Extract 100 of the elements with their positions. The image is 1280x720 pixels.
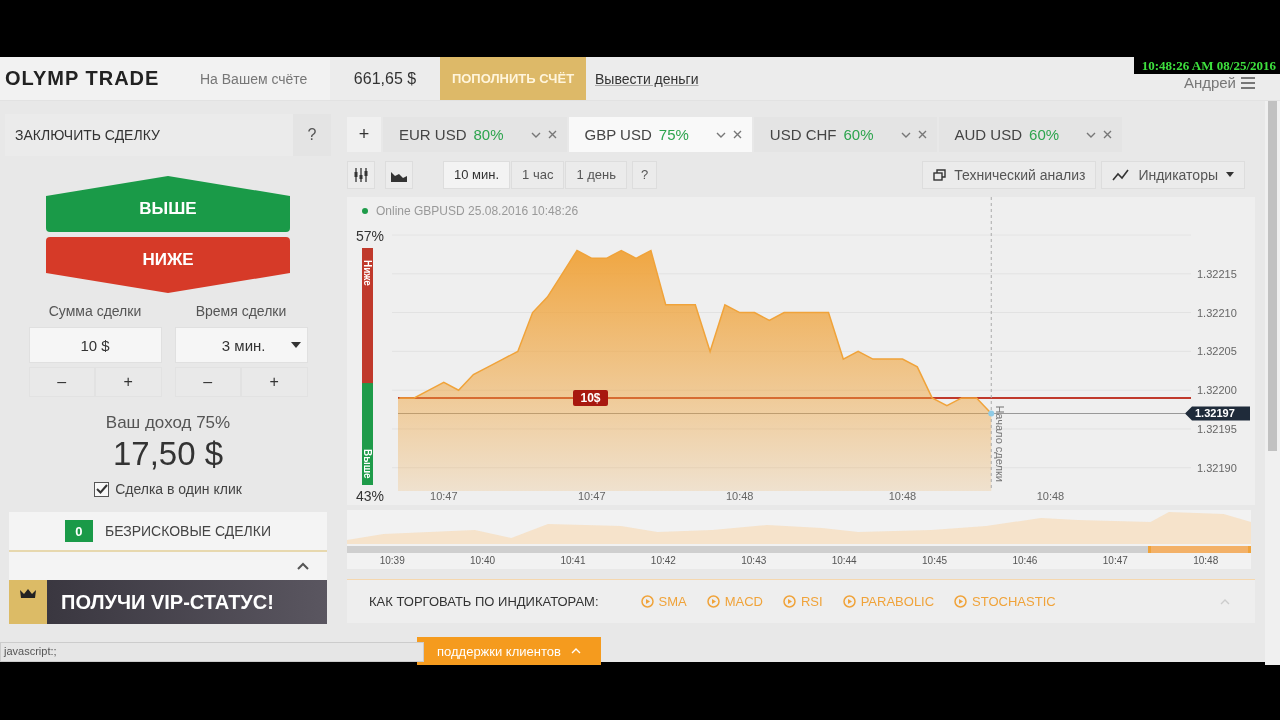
- chevron-down-icon[interactable]: [530, 131, 541, 138]
- y-axis-label: 1.32190: [1197, 461, 1237, 474]
- stepper-button[interactable]: –: [28, 367, 95, 397]
- x-axis-label: 10:47: [430, 490, 458, 502]
- asset-tab[interactable]: AUD USD 60%: [938, 117, 1123, 152]
- balance-label: На Вашем счёте: [200, 70, 308, 87]
- caret-icon: [1226, 172, 1234, 177]
- y-axis-label: 1.32210: [1197, 306, 1237, 319]
- lower-percent: 57%: [356, 228, 384, 244]
- technical-analysis-button[interactable]: Технический анализ: [922, 160, 1097, 189]
- payout-percent: 75%: [658, 126, 689, 143]
- lower-label: Ниже: [362, 260, 373, 286]
- indicators-title: КАК ТОРГОВАТЬ ПО ИНДИКАТОРАМ:: [369, 594, 599, 609]
- payout-percent: 60%: [1029, 126, 1060, 143]
- play-icon: [842, 595, 856, 608]
- line-chart-icon: [1112, 168, 1131, 181]
- time-label: 10:39: [379, 555, 405, 566]
- asset-name: AUD USD: [954, 126, 1023, 143]
- close-icon[interactable]: [547, 130, 557, 139]
- y-axis-label: 1.32195: [1197, 422, 1237, 435]
- period-button[interactable]: 1 день: [565, 160, 628, 189]
- period-button[interactable]: 1 час: [511, 160, 565, 189]
- current-point: [988, 410, 995, 417]
- time-label: Время сделки: [195, 303, 287, 319]
- chevron-up-icon: [570, 648, 581, 654]
- online-dot-icon: [362, 208, 368, 214]
- income-value: 17,50 $: [112, 435, 224, 473]
- user-name[interactable]: Андрей: [1183, 74, 1236, 91]
- chevron-down-icon[interactable]: [1086, 131, 1097, 138]
- y-axis-label: 1.32200: [1197, 384, 1237, 397]
- indicators-dropdown[interactable]: Индикаторы: [1101, 160, 1245, 189]
- time-label: 10:41: [560, 555, 586, 566]
- amount-label: Сумма сделки: [48, 303, 142, 319]
- y-axis-label: 1.32215: [1197, 267, 1237, 280]
- current-price-tag: 1.32197: [1185, 406, 1250, 421]
- time-label: 10:45: [922, 555, 948, 566]
- navigator-scrollbar[interactable]: [347, 546, 1251, 553]
- count-badge: 0: [64, 520, 93, 542]
- area-chart-button[interactable]: [385, 160, 413, 189]
- amount-field[interactable]: 10 $: [28, 327, 162, 363]
- windows-icon: [933, 168, 947, 181]
- chevron-up-icon[interactable]: [297, 562, 309, 570]
- asset-name: EUR USD: [399, 126, 467, 143]
- panel-title: ЗАКЛЮЧИТЬ СДЕЛКУ: [14, 127, 161, 143]
- withdraw-link[interactable]: Вывести деньги: [595, 70, 699, 87]
- time-dropdown[interactable]: 3 мин.: [174, 327, 308, 363]
- asset-name: GBP USD: [584, 126, 652, 143]
- asset-tab[interactable]: USD CHF 60%: [753, 117, 937, 152]
- add-tab-button[interactable]: +: [347, 117, 381, 152]
- vip-banner[interactable]: ПОЛУЧИ VIP-СТАТУС!: [47, 580, 327, 624]
- play-icon: [640, 595, 654, 608]
- logo[interactable]: OLYMP TRADE: [0, 67, 200, 90]
- chart-status: Online GBPUSD 25.08.2016 10:48:26: [376, 204, 579, 218]
- chevron-down-icon[interactable]: [715, 131, 726, 138]
- x-axis-label: 10:48: [888, 490, 917, 502]
- play-icon: [954, 595, 968, 608]
- chevron-down-icon[interactable]: [900, 131, 911, 138]
- time-label: 10:44: [831, 555, 857, 566]
- risk-free-label: БЕЗРИСКОВЫЕ СДЕЛКИ: [104, 523, 272, 539]
- checkbox-label: Сделка в один клик: [115, 481, 242, 497]
- asset-tab[interactable]: GBP USD 75%: [568, 117, 752, 152]
- help-button[interactable]: ?: [293, 114, 331, 156]
- time-label: 10:43: [741, 555, 767, 566]
- asset-name: USD CHF: [769, 126, 837, 143]
- close-icon[interactable]: [917, 130, 927, 139]
- x-axis-label: 10:48: [1036, 490, 1065, 502]
- period-button[interactable]: 10 мин.: [443, 160, 511, 189]
- checkbox[interactable]: [94, 481, 110, 497]
- risk-free-row[interactable]: 0 БЕЗРИСКОВЫЕ СДЕЛКИ: [9, 512, 327, 552]
- time-label: 10:47: [1102, 555, 1128, 566]
- time-label: 10:42: [650, 555, 676, 566]
- time-label: 10:46: [1012, 555, 1038, 566]
- close-icon[interactable]: [1103, 130, 1113, 139]
- time-label: 10:40: [470, 555, 496, 566]
- higher-button[interactable]: ВЫШЕ: [46, 176, 290, 232]
- scrollbar[interactable]: [1265, 101, 1280, 665]
- help-button[interactable]: ?: [632, 160, 658, 189]
- asset-tab[interactable]: EUR USD 80%: [383, 117, 567, 152]
- x-axis-label: 10:47: [578, 490, 606, 502]
- lower-button[interactable]: НИЖЕ: [46, 237, 290, 293]
- close-icon[interactable]: [732, 130, 742, 139]
- payout-percent: 80%: [473, 126, 504, 143]
- play-icon: [783, 595, 796, 608]
- candles-button[interactable]: [347, 160, 375, 189]
- higher-percent: 43%: [356, 488, 384, 504]
- stepper-button[interactable]: –: [174, 367, 241, 397]
- caret-icon: [290, 342, 301, 348]
- clock-overlay: 10:48:26 AM 08/25/2016: [1133, 57, 1280, 74]
- trade-start-label: Начало сделки: [994, 405, 1007, 482]
- stepper-button[interactable]: +: [241, 367, 308, 397]
- income-label: Ваш доход 75%: [105, 413, 231, 433]
- play-icon: [706, 595, 720, 608]
- balance-amount: 661,65 $: [352, 69, 418, 88]
- status-bar-url: javascript:;: [0, 642, 424, 662]
- candlestick-icon: [353, 166, 369, 183]
- stepper-button[interactable]: +: [95, 367, 162, 397]
- x-axis-label: 10:48: [725, 490, 754, 502]
- payout-percent: 60%: [843, 126, 874, 143]
- menu-icon[interactable]: [1241, 76, 1255, 89]
- crown-icon: [19, 588, 37, 600]
